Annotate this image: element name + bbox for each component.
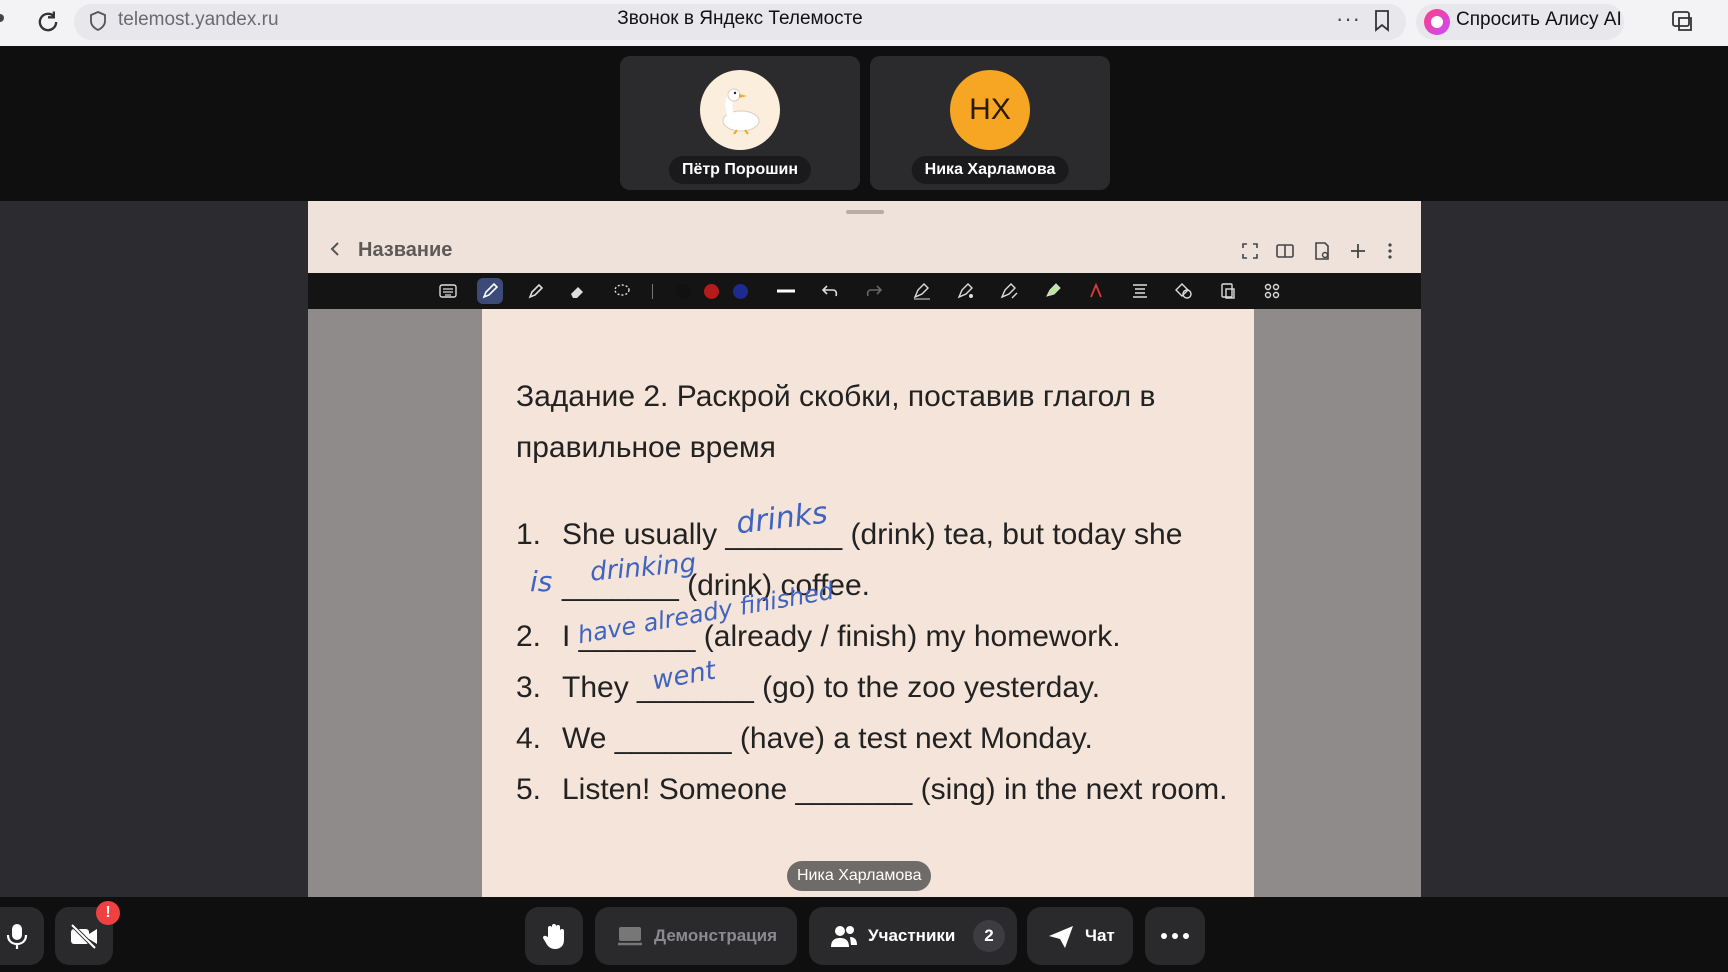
hand-icon <box>542 924 564 949</box>
arrow-pen-icon[interactable] <box>999 281 1019 301</box>
remote-cursor-label: Ника Харламова <box>787 861 932 891</box>
page-title: Звонок в Яндекс Телемосте <box>617 8 863 29</box>
toolbar-divider <box>652 284 653 299</box>
participant-tile[interactable]: НХ Ника Харламова <box>870 56 1110 190</box>
drawing-toolbar <box>308 273 1421 309</box>
item-number: 2. <box>516 620 542 653</box>
exercise-list: 1. She usually _______ (drink) tea, but t… <box>516 509 1236 815</box>
more-vertical-icon[interactable] <box>1380 241 1400 261</box>
drag-handle[interactable] <box>846 210 884 214</box>
task-title: Задание 2. Раскрой скобки, поставив глаг… <box>516 380 1156 464</box>
item-number: 3. <box>516 671 542 704</box>
item-number: 4. <box>516 722 542 755</box>
document-settings-icon[interactable] <box>1312 241 1332 261</box>
list-item: 5. Listen! Someone _______ (sing) in the … <box>516 764 1236 815</box>
bookmark-icon[interactable] <box>1372 9 1392 33</box>
eraser-icon[interactable] <box>568 281 588 301</box>
list-item: 3. They _______ (go) to the zoo yesterday… <box>516 662 1236 713</box>
line-thickness-icon[interactable] <box>776 281 796 301</box>
goose-avatar <box>700 70 780 150</box>
list-item: 1. She usually _______ (drink) tea, but t… <box>516 509 1236 611</box>
undo-icon[interactable] <box>820 281 840 301</box>
item-text: I _______ (already / finish) my homework… <box>562 620 1121 653</box>
fill-pen-icon[interactable] <box>956 281 976 301</box>
item-text: They _______ (go) to the zoo yesterday. <box>562 671 1101 704</box>
red-pen-icon[interactable] <box>1086 281 1106 301</box>
screen-share-button[interactable]: Демонстрация <box>595 907 797 965</box>
send-icon <box>1049 926 1073 948</box>
whiteboard[interactable]: Название Задание 2. Раскрой скобки, пост… <box>308 201 1421 897</box>
alice-icon <box>1424 9 1450 35</box>
participants-label: Участники <box>868 926 956 945</box>
goose-icon <box>722 88 760 135</box>
screen-icon <box>618 927 642 946</box>
chevron-left-icon[interactable] <box>328 241 342 257</box>
participants-strip <box>0 46 1728 201</box>
color-swatch-black[interactable] <box>676 284 691 299</box>
chat-label: Чат <box>1085 926 1115 945</box>
list-item: 2. I _______ (already / finish) my homewo… <box>516 611 1236 662</box>
more-horizontal-icon <box>1161 933 1189 939</box>
item-text: She usually _______ (drink) tea, but tod… <box>562 518 1183 602</box>
participants-count-badge: 2 <box>973 920 1005 952</box>
book-icon[interactable] <box>1275 241 1295 261</box>
item-number: 5. <box>516 773 542 806</box>
lasso-icon[interactable] <box>612 281 632 301</box>
participant-name: Ника Харламова <box>911 156 1069 184</box>
microphone-button[interactable] <box>0 907 44 965</box>
grid-apps-icon[interactable] <box>1262 281 1282 301</box>
board-title[interactable]: Название <box>358 239 452 262</box>
ask-alice-label: Спросить Алису AI <box>1456 9 1622 30</box>
more-icon[interactable]: ··· <box>1336 6 1361 32</box>
participant-tile[interactable]: Пётр Порошин <box>620 56 860 190</box>
people-icon <box>831 926 857 947</box>
board-header: Название <box>308 201 1421 273</box>
color-swatch-red[interactable] <box>704 284 719 299</box>
item-text: Listen! Someone _______ (sing) in the ne… <box>562 773 1228 806</box>
text-tool-icon[interactable] <box>1130 281 1150 301</box>
chat-button[interactable]: Чат <box>1027 907 1133 965</box>
color-swatch-blue[interactable] <box>733 284 748 299</box>
pen-icon[interactable] <box>477 278 503 304</box>
list-item: 4. We _______ (have) a test next Monday. <box>516 713 1236 764</box>
extensions-icon[interactable] <box>1670 8 1696 36</box>
copy-page-icon[interactable] <box>1218 281 1238 301</box>
microphone-icon <box>6 924 28 949</box>
keyboard-icon[interactable] <box>438 281 458 301</box>
screen-share-label: Демонстрация <box>654 926 777 945</box>
alert-badge: ! <box>96 901 120 925</box>
participant-name: Пётр Порошин <box>668 156 812 184</box>
shapes-icon[interactable] <box>1174 281 1194 301</box>
fullscreen-icon[interactable] <box>1240 241 1260 261</box>
shape-pen-icon[interactable] <box>912 281 932 301</box>
redo-icon[interactable] <box>864 281 884 301</box>
more-options-button[interactable] <box>1145 907 1205 965</box>
board-page[interactable]: Задание 2. Раскрой скобки, поставив глаг… <box>482 309 1254 897</box>
marker-icon[interactable] <box>526 281 546 301</box>
item-number: 1. <box>516 518 542 551</box>
camera-off-icon <box>70 923 97 950</box>
avatar: НХ <box>950 70 1030 150</box>
highlighter-icon[interactable] <box>1043 281 1063 301</box>
item-text: We _______ (have) a test next Monday. <box>562 722 1093 755</box>
raise-hand-button[interactable] <box>525 907 583 965</box>
participants-button[interactable]: Участники 2 <box>809 907 1017 965</box>
plus-icon[interactable] <box>1348 241 1368 261</box>
